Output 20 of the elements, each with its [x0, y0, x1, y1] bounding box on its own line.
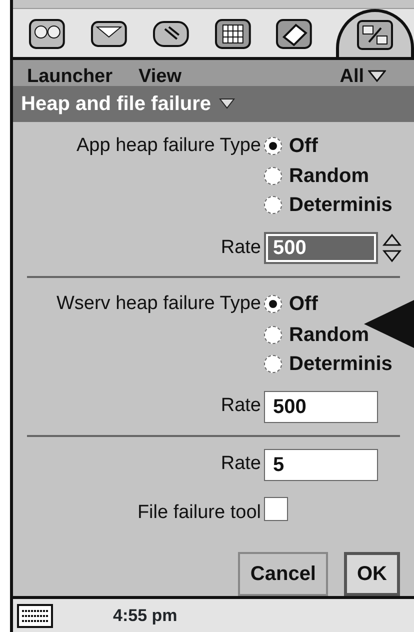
- status-time: 4:55 pm: [113, 604, 178, 627]
- menu-item[interactable]: Launcher: [27, 66, 113, 86]
- rate-field[interactable]: 5: [264, 448, 378, 481]
- radio-option[interactable]: Determinis: [264, 350, 414, 377]
- field-label: App heap failure Type: [75, 134, 262, 158]
- radio-option[interactable]: Random: [264, 163, 414, 190]
- field-label: Rate: [220, 394, 262, 418]
- cancel-button[interactable]: Cancel: [238, 552, 328, 596]
- radio-option[interactable]: Determinis: [264, 192, 414, 218]
- field-label: Rate: [220, 236, 262, 260]
- menu-item[interactable]: View: [138, 66, 182, 86]
- dialog-title: Heap and file failure: [21, 92, 212, 117]
- ok-button[interactable]: OK: [344, 552, 400, 596]
- field-label: Rate: [220, 452, 262, 476]
- rate-field[interactable]: 500: [264, 232, 378, 264]
- rate-field[interactable]: 500: [264, 390, 378, 423]
- field-label: Wserv heap failure Type: [55, 292, 262, 316]
- filter-label[interactable]: All: [340, 66, 364, 86]
- field-label: File failure tool: [136, 501, 262, 526]
- radio-option[interactable]: Off: [264, 132, 414, 159]
